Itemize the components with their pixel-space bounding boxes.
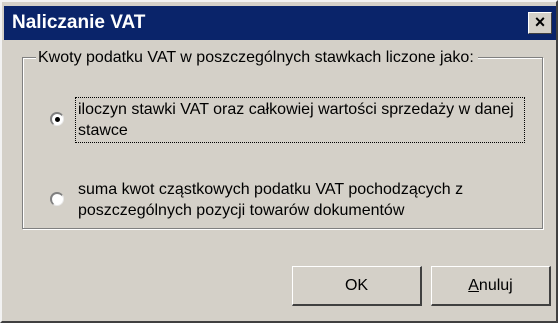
radio-button[interactable] [50,192,64,206]
cancel-button[interactable]: Anuluj [431,266,551,306]
radio-button-selected[interactable] [50,112,64,126]
ok-button[interactable]: OK [292,266,422,306]
option-sum-of-partial-amounts[interactable]: suma kwot cząstkowych podatku VAT pochod… [48,178,538,224]
title-bar[interactable]: Naliczanie VAT × [4,6,556,40]
option-label[interactable]: suma kwot cząstkowych podatku VAT pochod… [76,178,524,222]
option-product-of-rate[interactable]: iloczyn stawki VAT oraz całkowiej wartoś… [48,97,538,144]
group-label: Kwoty podatku VAT w poszczególnych stawk… [36,49,478,67]
cancel-accelerator: A [468,277,479,294]
cancel-button-label: nuluj [478,277,513,294]
close-button[interactable]: × [528,12,552,34]
close-icon: × [534,12,546,32]
ok-button-label: OK [344,277,369,294]
radio-dot-icon [55,117,60,122]
option-label[interactable]: iloczyn stawki VAT oraz całkowiej wartoś… [75,97,525,143]
window-title: Naliczanie VAT [12,12,146,33]
